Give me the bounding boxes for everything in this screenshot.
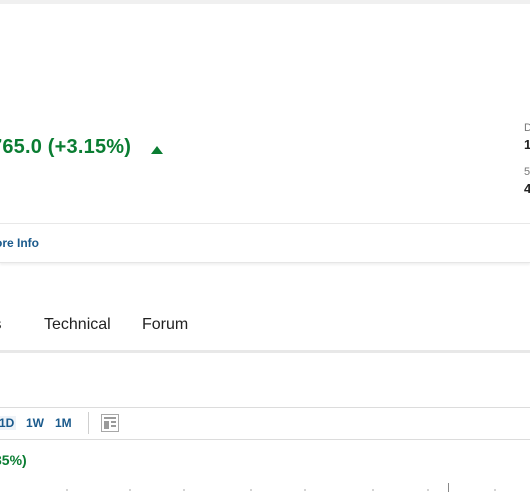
toolbar-separator — [88, 412, 89, 434]
card-divider — [0, 223, 530, 224]
stat-label: 5 — [524, 166, 530, 178]
chart-grid-dot — [66, 489, 68, 491]
range-1w-button[interactable]: 1W — [26, 416, 44, 430]
chart-grid-dot — [129, 489, 131, 491]
triangle-up-icon — [151, 146, 163, 154]
chart-type-icon[interactable] — [101, 414, 119, 432]
stat-value: 4 — [524, 181, 530, 196]
range-1m-button[interactable]: 1M — [55, 416, 72, 430]
page: 765.0 (+3.15%) D 1 5 4 ore Info sis Tech… — [0, 0, 530, 492]
price-change: 765.0 (+3.15%) — [0, 136, 132, 158]
range-1d-button[interactable]: 1D — [0, 416, 17, 430]
chart-change-percent: 35%) — [0, 452, 27, 468]
section-tabs: sis Technical Forum — [0, 305, 530, 351]
stat-label: D — [524, 122, 530, 134]
tab-technical[interactable]: Technical — [44, 316, 111, 334]
quote-card — [0, 4, 530, 263]
chart-grid-dot — [250, 489, 252, 491]
stat-value: 1 — [524, 137, 530, 152]
tab-forum[interactable]: Forum — [142, 316, 188, 334]
tabs-divider — [0, 350, 530, 353]
chart-grid-dot — [183, 489, 185, 491]
chart-toolbar: 1D 1W 1M — [0, 407, 530, 440]
more-info-link[interactable]: ore Info — [0, 236, 39, 250]
chart-crosshair-line — [448, 483, 449, 492]
chart-grid-dot — [494, 489, 496, 491]
chart-grid-dot — [372, 489, 374, 491]
chart-grid-dot — [304, 489, 306, 491]
tab-analysis[interactable]: sis — [0, 316, 2, 334]
chart-grid-dot — [427, 489, 429, 491]
